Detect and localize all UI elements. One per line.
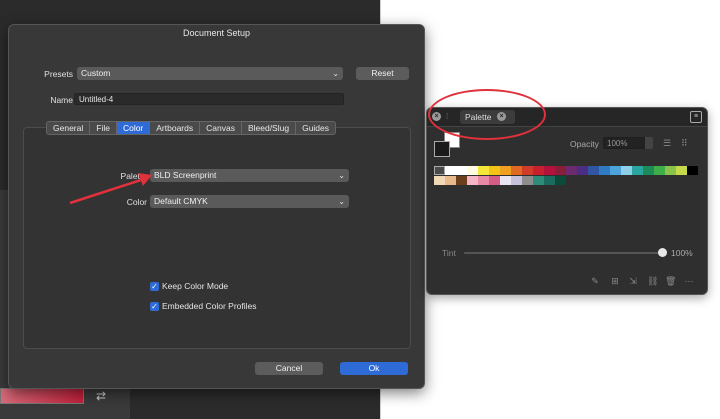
- swatch-registration[interactable]: [445, 166, 456, 175]
- color-swatch[interactable]: [467, 176, 478, 185]
- color-swatch[interactable]: [489, 166, 500, 175]
- annotation-highlight-oval: [428, 89, 546, 140]
- color-swatch[interactable]: [533, 176, 544, 185]
- add-to-palette-icon[interactable]: ⇲: [628, 276, 638, 286]
- tab-file[interactable]: File: [90, 122, 117, 134]
- cancel-button[interactable]: Cancel: [255, 362, 323, 375]
- color-swatch[interactable]: [621, 166, 632, 175]
- fill-well[interactable]: [434, 141, 450, 157]
- color-swatch[interactable]: [610, 166, 621, 175]
- color-swatch[interactable]: [489, 176, 500, 185]
- tab-general[interactable]: General: [47, 122, 91, 134]
- color-settings-panel: [23, 127, 411, 349]
- edit-icon[interactable]: ✎: [590, 276, 600, 286]
- chevron-down-icon: ⌄: [332, 69, 339, 78]
- swap-icon[interactable]: ⇄: [96, 389, 106, 403]
- reset-button[interactable]: Reset: [356, 67, 409, 80]
- tint-label: Tint: [442, 248, 456, 258]
- color-swatch[interactable]: [577, 166, 588, 175]
- chevron-down-icon: ⌄: [338, 197, 345, 206]
- color-swatch[interactable]: [500, 176, 511, 185]
- color-swatch[interactable]: [478, 166, 489, 175]
- tab-color[interactable]: Color: [116, 122, 151, 134]
- color-swatch[interactable]: [555, 176, 566, 185]
- color-swatch[interactable]: [511, 176, 522, 185]
- tint-slider-knob[interactable]: [658, 248, 667, 257]
- color-swatch[interactable]: [456, 166, 467, 175]
- annotation-arrow: [69, 173, 152, 205]
- color-swatch[interactable]: [467, 166, 478, 175]
- link-icon[interactable]: ⛓: [647, 276, 658, 286]
- keep-color-mode-label: Keep Color Mode: [162, 281, 229, 291]
- palette-select[interactable]: BLD Screenprint ⌄: [150, 169, 349, 182]
- color-value: Default CMYK: [154, 196, 208, 206]
- palette-value: BLD Screenprint: [154, 170, 217, 180]
- opacity-label: Opacity: [570, 139, 599, 149]
- tint-value: 100%: [671, 248, 693, 258]
- color-swatch[interactable]: [676, 166, 687, 175]
- color-swatch[interactable]: [566, 166, 577, 175]
- setup-tabs: General File Color Artboards Canvas Blee…: [46, 121, 337, 135]
- left-panel-edge: [0, 190, 8, 390]
- opacity-stepper[interactable]: [645, 137, 653, 149]
- color-swatch[interactable]: [665, 166, 676, 175]
- color-swatch[interactable]: [544, 176, 555, 185]
- ok-button[interactable]: Ok: [340, 362, 408, 375]
- swatch-row-colors-2: [434, 176, 566, 185]
- swatch-none[interactable]: [434, 166, 445, 175]
- add-swatch-icon[interactable]: ⊞: [610, 276, 620, 286]
- tab-canvas[interactable]: Canvas: [200, 122, 242, 134]
- color-swatch[interactable]: [522, 166, 533, 175]
- name-label: Name: [50, 95, 73, 105]
- color-swatch[interactable]: [533, 166, 544, 175]
- more-options-icon[interactable]: ⋯: [684, 276, 694, 286]
- color-swatch[interactable]: [643, 166, 654, 175]
- chevron-down-icon: ⌄: [338, 171, 345, 180]
- color-swatch[interactable]: [478, 176, 489, 185]
- tint-slider-track[interactable]: [464, 252, 662, 254]
- opacity-field[interactable]: 100%: [603, 137, 651, 149]
- keep-color-mode-checkbox[interactable]: ✓: [150, 282, 159, 291]
- grid-view-icon[interactable]: ⠿: [681, 138, 688, 149]
- color-swatch[interactable]: [522, 176, 533, 185]
- color-swatch[interactable]: [511, 166, 522, 175]
- color-swatch[interactable]: [599, 166, 610, 175]
- tab-artboards[interactable]: Artboards: [150, 122, 201, 134]
- presets-label: Presets: [44, 69, 73, 79]
- color-swatch[interactable]: [588, 166, 599, 175]
- color-swatch[interactable]: [555, 166, 566, 175]
- embedded-profiles-checkbox[interactable]: ✓: [150, 302, 159, 311]
- embedded-profiles-label: Embedded Color Profiles: [162, 301, 257, 311]
- swatch-row-colors-1: [456, 166, 698, 175]
- color-swatch[interactable]: [632, 166, 643, 175]
- dialog-title: Document Setup: [182, 28, 251, 38]
- color-swatch[interactable]: [500, 166, 511, 175]
- color-swatch[interactable]: [456, 176, 467, 185]
- color-select[interactable]: Default CMYK ⌄: [150, 195, 349, 208]
- color-swatch[interactable]: [434, 176, 445, 185]
- color-swatch[interactable]: [544, 166, 555, 175]
- color-swatch[interactable]: [445, 176, 456, 185]
- panel-menu-icon[interactable]: ≡: [690, 111, 702, 123]
- tab-bleed-slug[interactable]: Bleed/Slug: [242, 122, 297, 134]
- delete-icon[interactable]: 🗑: [665, 276, 676, 286]
- list-view-icon[interactable]: ☰: [663, 138, 671, 149]
- tab-guides[interactable]: Guides: [296, 122, 335, 134]
- swatch-row-1: [434, 166, 456, 175]
- name-field[interactable]: Untitled-4: [74, 93, 344, 105]
- color-swatch[interactable]: [687, 166, 698, 175]
- color-swatch[interactable]: [654, 166, 665, 175]
- presets-select[interactable]: Custom ⌄: [77, 67, 343, 80]
- gradient-swatch[interactable]: [0, 388, 84, 404]
- presets-value: Custom: [81, 68, 111, 78]
